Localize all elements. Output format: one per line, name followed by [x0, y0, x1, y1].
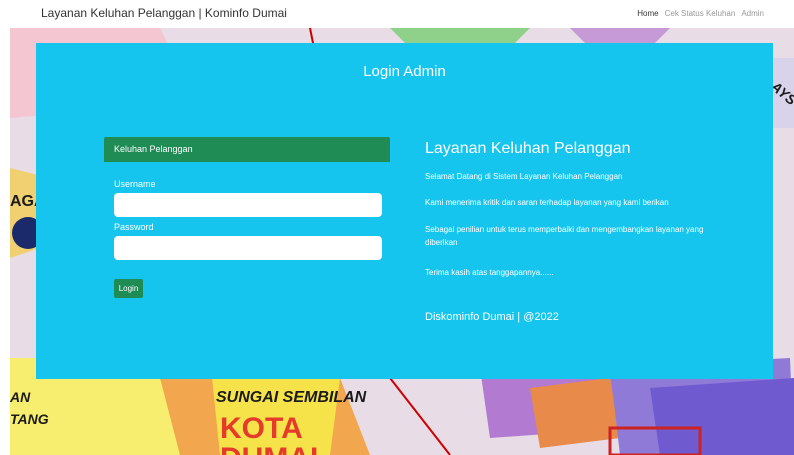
- login-button[interactable]: Login: [114, 279, 143, 298]
- username-label: Username: [114, 179, 156, 189]
- map-label-dumai: DUMAI: [220, 442, 318, 455]
- nav-admin-link[interactable]: Admin: [741, 9, 764, 18]
- map-label-tang: TANG: [10, 411, 49, 427]
- map-label-sungai-sembilan: SUNGAI SEMBILAN: [216, 389, 367, 406]
- password-label: Password: [114, 222, 154, 232]
- nav-cek-status-link[interactable]: Cek Status Keluhan: [665, 9, 736, 18]
- info-line-kritik: Kami menerima kritik dan saran terhadap …: [425, 198, 669, 207]
- panel-title: Login Admin: [363, 63, 446, 80]
- map-label-an: AN: [10, 389, 31, 405]
- password-input[interactable]: [114, 236, 382, 260]
- footer-credit: Diskominfo Dumai | @2022: [425, 311, 559, 323]
- login-card-header: Keluhan Pelanggan: [104, 137, 390, 162]
- map-label-kota: KOTA: [220, 412, 303, 445]
- username-input[interactable]: [114, 193, 382, 217]
- nav-menu: Home Cek Status Keluhan Admin: [637, 9, 764, 18]
- info-title: Layanan Keluhan Pelanggan: [425, 140, 631, 157]
- info-line-terima-kasih: Terima kasih atas tanggapannya......: [425, 268, 554, 277]
- brand-title[interactable]: Layanan Keluhan Pelanggan | Kominfo Duma…: [41, 6, 287, 20]
- nav-home-link[interactable]: Home: [637, 9, 658, 18]
- info-line-welcome: Selamat Datang di Sistem Layanan Keluhan…: [425, 172, 623, 181]
- info-line-penilian: Sebagai penilian untuk terus memperbaiki…: [425, 225, 704, 247]
- top-navbar: Layanan Keluhan Pelanggan | Kominfo Duma…: [0, 0, 794, 28]
